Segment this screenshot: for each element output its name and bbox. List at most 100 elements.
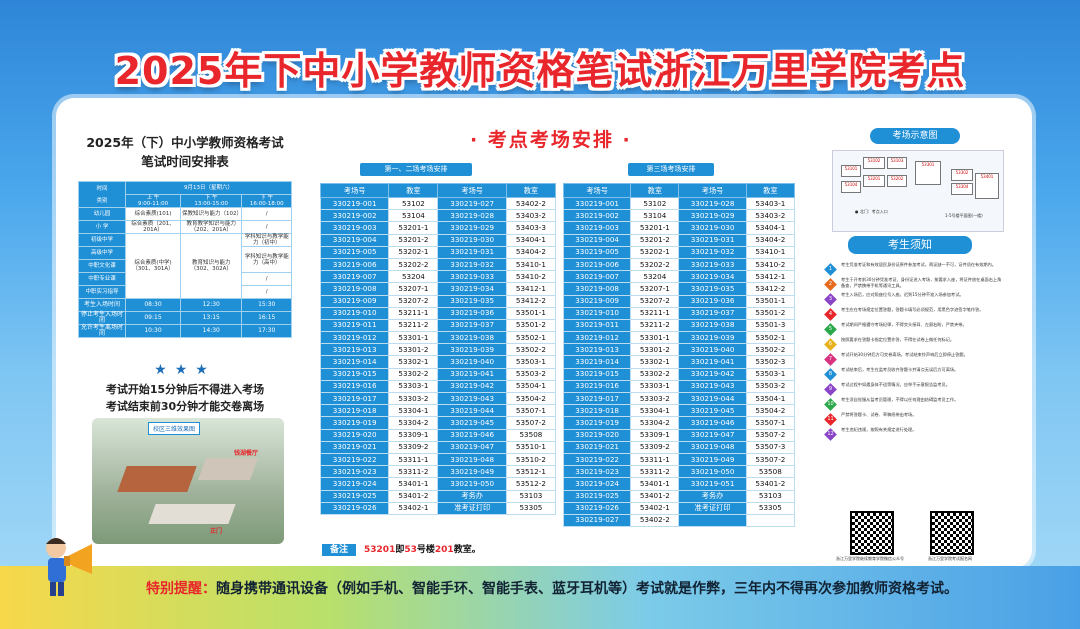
- room-id: 330219-049: [437, 465, 507, 479]
- room-id: 330219-048: [437, 452, 507, 467]
- room-id: 330219-007: [562, 270, 632, 284]
- room-id: 330219-032: [437, 257, 507, 272]
- room-no: 53309-2: [630, 440, 680, 454]
- room-no: 53309-1: [630, 428, 680, 442]
- room-id: 330219-013: [562, 343, 632, 357]
- table-row: 330219-020 53309-1 330219-046 53508: [319, 428, 557, 442]
- room-no: 53201-1: [630, 221, 680, 235]
- room-id: 330219-002: [319, 209, 390, 223]
- table-row: 330219-011 53211-2 330219-038 53501-3: [562, 318, 796, 333]
- col-room-header: 教室: [630, 183, 680, 198]
- room-no: 53504-1: [745, 391, 796, 406]
- room-id: 330219-001: [562, 196, 632, 211]
- room-id: 330219-047: [678, 428, 747, 442]
- room-id: 330219-040: [678, 343, 747, 357]
- room-id: 330219-025: [562, 489, 632, 503]
- notice-text: 考试开始30分钟后方可交卷离场，考试结束铃声响后立即停止答题。: [841, 352, 968, 357]
- table-row: 330219-009 53207-2 330219-036 53501-1: [562, 294, 796, 308]
- room-no: 53502-1: [745, 331, 796, 345]
- table-row: 330219-002 53104 330219-029 53403-2: [562, 209, 796, 223]
- table-row: 330219-001 53102 330219-027 53402-2: [319, 196, 557, 211]
- room-no: 53501-1: [505, 306, 557, 320]
- notice-item: 7 考试开始30分钟后方可交卷离场，考试结束铃声响后立即停止答题。: [824, 352, 1002, 366]
- room-no: 53211-1: [630, 306, 680, 320]
- table-row: 330219-015 53302-2 330219-041 53503-2: [319, 367, 557, 381]
- room-no: 53202-1: [388, 245, 439, 259]
- room-no: 53412-1: [505, 282, 557, 296]
- room-id: 330219-041: [678, 355, 747, 369]
- table-row: 330219-018 53304-1 330219-045 53504-2: [562, 404, 796, 418]
- room-id: 330219-018: [319, 404, 390, 418]
- table-row: 330219-023 53311-2 330219-050 53508: [562, 465, 796, 479]
- room-no: 53502-2: [745, 343, 796, 357]
- room-id: 330219-021: [319, 440, 390, 454]
- room-id: 330219-033: [678, 257, 747, 272]
- room-id: 330219-031: [437, 245, 507, 259]
- room-no: 53507-2: [745, 428, 796, 442]
- room-no: 53311-1: [630, 452, 680, 467]
- table-row: 330219-024 53401-1 330219-051 53401-2: [562, 477, 796, 491]
- time-value: 08:30: [125, 298, 181, 312]
- room-no: 53501-3: [745, 318, 796, 333]
- map-caption: 1-5号楼平面图(一楼): [945, 213, 983, 218]
- remark-text: 号楼: [416, 545, 435, 555]
- ribbon-session12: 第一、二场考场安排: [360, 163, 472, 176]
- room-no: 53403-2: [745, 209, 796, 223]
- room-id: 330219-043: [678, 379, 747, 394]
- room-no: 53510-1: [505, 440, 557, 454]
- room-no: 53204: [388, 270, 439, 284]
- room-no: 53401-1: [630, 477, 680, 491]
- time-value: 10:30: [125, 324, 181, 338]
- room-no: 53301-2: [630, 343, 680, 357]
- schedule-table: 时间 类别 9月13日（星期六） 上 午 9:00-11:00 下 午 13:00-1…: [78, 181, 292, 338]
- room-id: 330219-028: [437, 209, 507, 223]
- notice-text: 考生须自觉服从监考员管理，不得以任何理由妨碍监考员工作。: [841, 397, 959, 402]
- room-id: 330219-015: [319, 367, 390, 381]
- room-no: 53512-1: [505, 465, 557, 479]
- candidate-notices: 1 考生凭准考证和有效居民身份证原件参加考试，两证缺一不可，证件须在有效期内。 2 考…: [824, 262, 1002, 442]
- table-row: 330219-013 53301-2 330219-039 53502-2: [319, 343, 557, 357]
- room-id: 330219-027: [562, 513, 632, 528]
- notice-item: 4 考生应在考场规定位置答题，答题卡填写必须规范，用黑色字迹签字笔作答。: [824, 307, 1002, 321]
- rule-late-entry: 考试开始15分钟后不得进入考场: [105, 383, 265, 396]
- room-id: 330219-037: [678, 306, 747, 320]
- qr-code-wechat: [850, 511, 894, 555]
- room-no: 53304-1: [388, 404, 439, 418]
- room-id: 330219-043: [437, 391, 507, 406]
- notice-item: 6 按照要求在答题卡指定位置作答，不得在试卷上做任何标记。: [824, 337, 1002, 351]
- room-no: 53202-1: [630, 245, 680, 259]
- room-id: 330219-012: [562, 331, 632, 345]
- room-id: 330219-011: [319, 318, 390, 333]
- room-no: 53410-2: [745, 257, 796, 272]
- room-id: 330219-044: [678, 391, 747, 406]
- room-no: 53207-2: [630, 294, 680, 308]
- slot-3: 下 午 16:00-18:00: [241, 194, 292, 208]
- notice-number-badge: 10: [824, 398, 837, 411]
- room-id: 330219-009: [319, 294, 390, 308]
- cell: 保教知识与能力（102）: [179, 207, 243, 221]
- time-value: 14:30: [179, 324, 243, 338]
- room-id: 330219-030: [437, 233, 507, 247]
- notice-number-badge: 5: [824, 323, 837, 336]
- table-row: 330219-007 53204 330219-033 53410-2: [319, 270, 557, 284]
- notice-text: 考生于开考前30分钟凭准考证、身份证进入考场，按要求入座，将证件放在桌面右上角备…: [841, 277, 1002, 288]
- col-room-header: 教室: [388, 183, 439, 198]
- room-id: 330219-050: [678, 465, 747, 479]
- room-id: 330219-016: [319, 379, 390, 394]
- notice-text: 考生违纪违规，按照有关规定进行处理。: [841, 427, 917, 432]
- room-id: 330219-036: [437, 306, 507, 320]
- table-row: 330219-005 53202-1 330219-032 53410-1: [562, 245, 796, 259]
- time-label: 考生入场时间: [78, 298, 126, 312]
- table-row: 330219-011 53211-2 330219-037 53501-2: [319, 318, 557, 333]
- notice-number-badge: 9: [824, 383, 837, 396]
- room-id: 330219-041: [437, 367, 507, 381]
- room-id: 330219-007: [319, 270, 390, 284]
- room-id: 330219-025: [319, 489, 390, 503]
- map-heading: 考场示意图: [870, 128, 960, 144]
- room-id: 330219-035: [437, 294, 507, 308]
- cell: /: [241, 285, 292, 299]
- room-no: 53303-1: [630, 379, 680, 394]
- table-row: 330219-012 53301-1 330219-038 53502-1: [319, 331, 557, 345]
- room-no: 53402-2: [630, 513, 680, 528]
- table-row: 330219-008 53207-1 330219-034 53412-1: [319, 282, 557, 296]
